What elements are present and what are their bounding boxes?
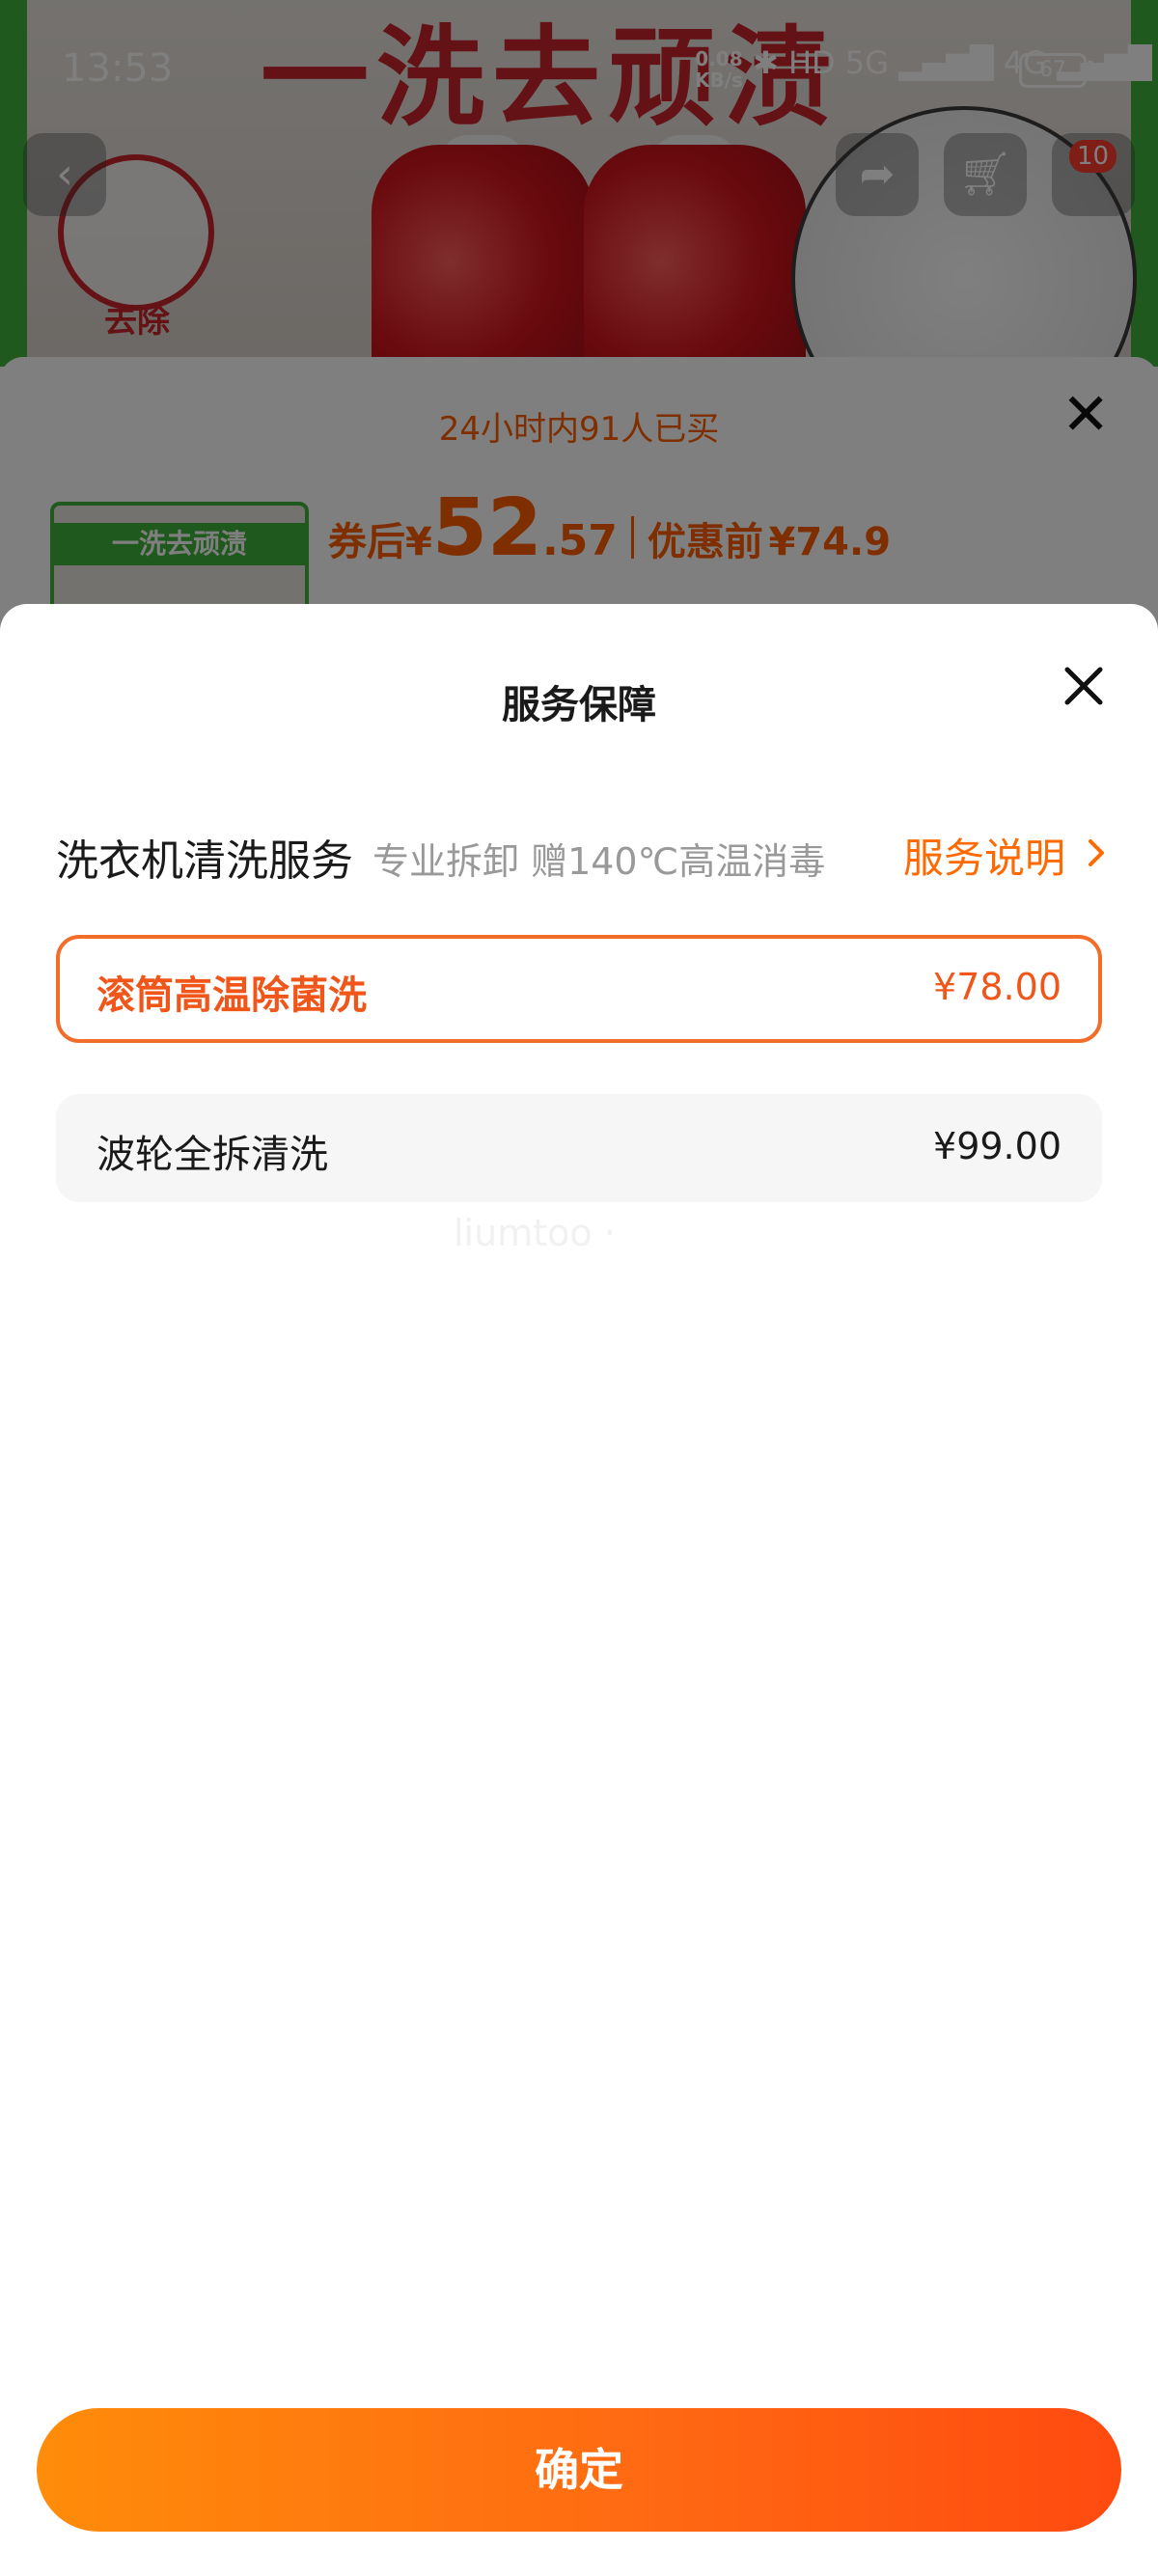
watermark: liumtoo · [454,1212,616,1254]
service-option-drum-sterilize[interactable]: 滚筒高温除菌洗 ¥78.00 [56,935,1102,1043]
confirm-button[interactable]: 确定 [37,2408,1121,2532]
close-icon[interactable] [1060,662,1108,710]
option-label: 滚筒高温除菌洗 [96,973,367,1018]
service-description: 专业拆卸 赠140℃高温消毒 [372,840,826,883]
service-info-link[interactable]: 服务说明 [903,826,1065,885]
sheet-title: 服务保障 [502,683,656,727]
service-guarantee-sheet: 服务保障 洗衣机清洗服务 专业拆卸 赠140℃高温消毒 服务说明 滚筒高温除菌洗… [0,604,1158,2576]
option-price: ¥99.00 [933,1125,1062,1167]
service-row: 洗衣机清洗服务 专业拆卸 赠140℃高温消毒 服务说明 [56,826,1108,886]
option-label: 波轮全拆清洗 [96,1133,328,1177]
close-icon-glyph [1064,667,1103,705]
service-name: 洗衣机清洗服务 [56,836,353,886]
service-option-impeller-clean[interactable]: 波轮全拆清洗 ¥99.00 [56,1094,1102,1202]
option-price: ¥78.00 [933,966,1062,1008]
chevron-right-icon[interactable] [1085,834,1108,872]
